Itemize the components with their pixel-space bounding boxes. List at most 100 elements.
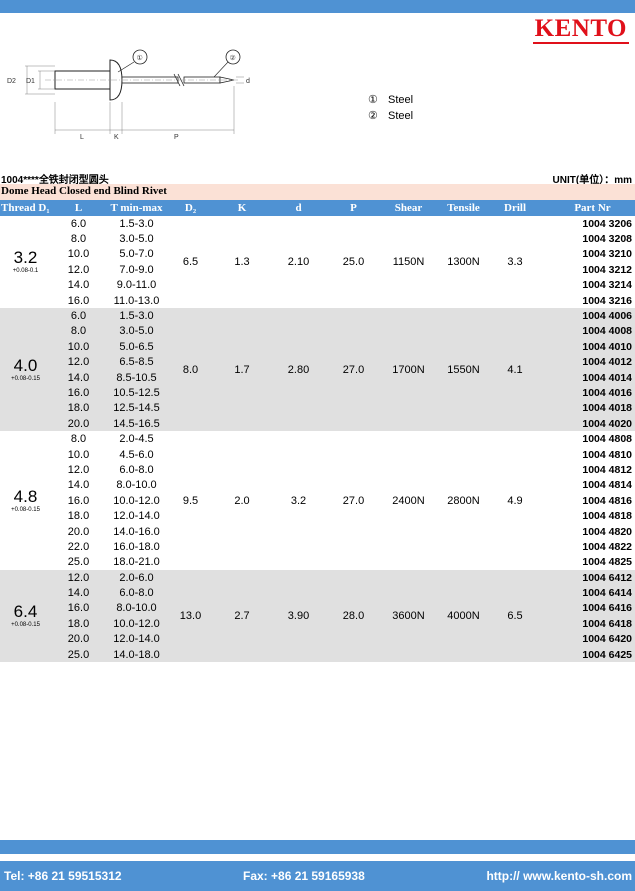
spec-table: Thread D₁ L T min-max D₂ K d P Shear Ten… bbox=[0, 200, 635, 663]
length-cell: 12.0 bbox=[51, 569, 106, 586]
thread-diameter: 3.2 bbox=[13, 248, 38, 268]
material-item: ① Steel bbox=[368, 93, 413, 106]
part-number-cell: 1004 4812 bbox=[540, 462, 635, 478]
length-cell: 20.0 bbox=[51, 631, 106, 647]
length-cell: 8.0 bbox=[51, 431, 106, 447]
part-number-cell: 1004 6418 bbox=[540, 616, 635, 632]
d2-cell: 9.5 bbox=[167, 431, 214, 570]
col-header-part: Part Nr bbox=[540, 200, 635, 216]
k-cell: 1.7 bbox=[214, 308, 270, 432]
table-row: 4.8 +0.08-0.15 8.0 2.0-4.5 9.5 2.0 3.2 27.0 2400… bbox=[0, 431, 635, 570]
col-header-drill: Drill bbox=[490, 200, 540, 216]
length-cell: 16.0 bbox=[51, 292, 106, 309]
mandrel-d-cell: 2.10 bbox=[270, 216, 327, 309]
part-number-cell: 1004 4014 bbox=[540, 369, 635, 386]
spec-table-header: Thread D₁ L T min-max D₂ K d P Shear Ten… bbox=[0, 200, 635, 216]
length-cell: 10.0 bbox=[51, 246, 106, 263]
dim-small-d-label: d bbox=[246, 78, 250, 85]
grip-range-cell: 4.5-6.0 bbox=[106, 446, 167, 463]
dim-d1-label: D1 bbox=[26, 78, 35, 85]
kento-logo: KENTO bbox=[532, 15, 629, 44]
length-cell: 18.0 bbox=[51, 616, 106, 632]
d2-cell: 8.0 bbox=[167, 308, 214, 432]
length-cell: 12.0 bbox=[51, 262, 106, 278]
part-number-cell: 1004 4012 bbox=[540, 354, 635, 370]
col-header-k: K bbox=[214, 200, 270, 216]
length-cell: 20.0 bbox=[51, 416, 106, 432]
thread-cell: 4.0 +0.08-0.15 bbox=[0, 308, 51, 432]
grip-range-cell: 8.0-10.0 bbox=[106, 600, 167, 617]
col-header-shear: Shear bbox=[380, 200, 437, 216]
part-number-cell: 1004 4006 bbox=[540, 308, 635, 324]
table-row: 3.2 +0.08-0.1 6.0 1.5-3.0 6.5 1.3 2.10 25.0 1150… bbox=[0, 216, 635, 309]
material-number: ② bbox=[368, 110, 378, 122]
part-number-cell: 1004 4814 bbox=[540, 477, 635, 494]
part-number-cell: 1004 6412 bbox=[540, 569, 635, 586]
dim-k-label: K bbox=[114, 134, 119, 141]
grip-range-cell: 3.0-5.0 bbox=[106, 231, 167, 247]
length-cell: 12.0 bbox=[51, 462, 106, 478]
callout-2-label: ② bbox=[230, 54, 236, 62]
grip-range-cell: 1.5-3.0 bbox=[106, 308, 167, 324]
shear-cell: 3600N bbox=[380, 569, 437, 663]
thread-diameter: 4.0 bbox=[13, 355, 38, 375]
part-number-cell: 1004 6425 bbox=[540, 646, 635, 663]
grip-range-cell: 2.0-4.5 bbox=[106, 431, 167, 447]
grip-range-cell: 2.0-6.0 bbox=[106, 569, 167, 586]
drill-cell: 6.5 bbox=[490, 569, 540, 663]
part-number-cell: 1004 4822 bbox=[540, 539, 635, 555]
col-header-tensile: Tensile bbox=[437, 200, 490, 216]
grip-range-cell: 11.0-13.0 bbox=[106, 292, 167, 309]
thread-tolerance: +0.08-0.15 bbox=[11, 375, 40, 382]
thread-cell: 3.2 +0.08-0.1 bbox=[0, 216, 51, 309]
part-number-cell: 1004 3214 bbox=[540, 277, 635, 293]
bottom-accent-bar bbox=[0, 840, 635, 854]
spec-table-body: 3.2 +0.08-0.1 6.0 1.5-3.0 6.5 1.3 2.10 25.0 1150… bbox=[0, 216, 635, 663]
part-number-cell: 1004 6420 bbox=[540, 631, 635, 647]
part-number-cell: 1004 4818 bbox=[540, 508, 635, 524]
length-cell: 6.0 bbox=[51, 216, 106, 232]
grip-range-cell: 14.5-16.5 bbox=[106, 416, 167, 432]
grip-range-cell: 14.0-16.0 bbox=[106, 523, 167, 540]
footer-website[interactable]: http:// www.kento-sh.com bbox=[486, 869, 632, 883]
thread-cell: 4.8 +0.08-0.15 bbox=[0, 431, 51, 570]
footer-bar: Tel: +86 21 59515312 Fax: +86 21 5916593… bbox=[0, 861, 635, 891]
length-cell: 16.0 bbox=[51, 385, 106, 401]
length-cell: 18.0 bbox=[51, 508, 106, 524]
length-cell: 10.0 bbox=[51, 339, 106, 355]
grip-range-cell: 12.0-14.0 bbox=[106, 631, 167, 647]
grip-range-cell: 3.0-5.0 bbox=[106, 323, 167, 340]
thread-diameter: 6.4 bbox=[13, 602, 38, 622]
grip-range-cell: 16.0-18.0 bbox=[106, 539, 167, 555]
length-cell: 10.0 bbox=[51, 446, 106, 463]
part-number-cell: 1004 3208 bbox=[540, 231, 635, 247]
material-name: Steel bbox=[388, 94, 414, 106]
thread-diameter: 4.8 bbox=[13, 486, 38, 506]
length-cell: 20.0 bbox=[51, 523, 106, 540]
grip-range-cell: 14.0-18.0 bbox=[106, 646, 167, 663]
length-cell: 14.0 bbox=[51, 277, 106, 293]
d2-cell: 6.5 bbox=[167, 216, 214, 309]
k-cell: 1.3 bbox=[214, 216, 270, 309]
part-number-cell: 1004 4810 bbox=[540, 446, 635, 463]
col-header-thread: Thread D₁ bbox=[0, 200, 51, 216]
length-cell: 8.0 bbox=[51, 231, 106, 247]
length-cell: 14.0 bbox=[51, 369, 106, 386]
part-number-cell: 1004 4020 bbox=[540, 416, 635, 432]
col-header-d2: D₂ bbox=[167, 200, 214, 216]
rivet-technical-drawing: ① ② D2 D1 L K P d bbox=[7, 49, 250, 141]
length-cell: 22.0 bbox=[51, 539, 106, 555]
grip-range-cell: 6.0-8.0 bbox=[106, 585, 167, 601]
col-header-d: d bbox=[270, 200, 327, 216]
grip-range-cell: 7.0-9.0 bbox=[106, 262, 167, 278]
length-cell: 14.0 bbox=[51, 585, 106, 601]
part-number-cell: 1004 3216 bbox=[540, 292, 635, 309]
table-row: 6.4 +0.08-0.15 12.0 2.0-6.0 13.0 2.7 3.90 28.0 3… bbox=[0, 569, 635, 663]
part-number-cell: 1004 4816 bbox=[540, 493, 635, 509]
col-header-p: P bbox=[327, 200, 380, 216]
length-cell: 16.0 bbox=[51, 493, 106, 509]
dim-d2-label: D2 bbox=[7, 78, 16, 85]
product-title: Dome Head Closed end Blind Rivet bbox=[1, 185, 167, 197]
mandrel-d-cell: 2.80 bbox=[270, 308, 327, 432]
shear-cell: 1150N bbox=[380, 216, 437, 309]
